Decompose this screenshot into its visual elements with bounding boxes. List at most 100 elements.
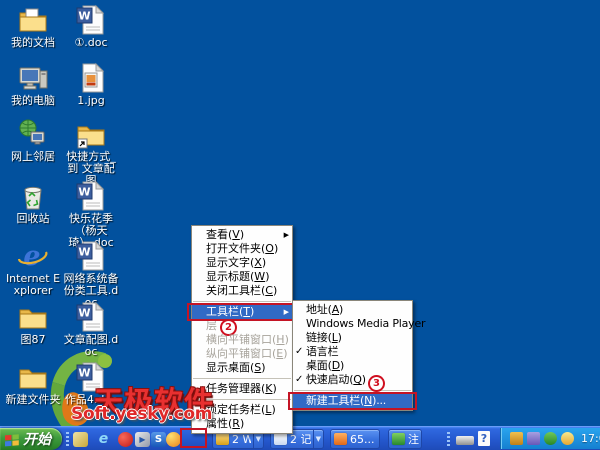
quick-launch-grip[interactable]	[66, 432, 69, 446]
access-key: (N)	[360, 394, 377, 407]
menu-item-12[interactable]: 任务管理器(K)	[192, 382, 292, 396]
menu-item-label: 纵向平铺窗口	[206, 347, 272, 360]
access-key: (S)	[250, 361, 266, 374]
network-icon	[17, 118, 49, 150]
desktop-icon-internet-explorer[interactable]: e Internet Explorer	[4, 240, 62, 297]
word-doc-icon: W	[75, 301, 107, 333]
checkmark-icon: ✓	[295, 346, 304, 357]
folder-icon	[216, 433, 229, 445]
folder-documents-icon	[17, 4, 49, 36]
messenger-icon[interactable]	[561, 432, 574, 445]
menu-separator	[193, 378, 291, 379]
help-icon[interactable]: ?	[478, 431, 490, 446]
desktop-icon-recycle-bin[interactable]: 回收站	[4, 180, 62, 225]
step-annotation-3: 3	[367, 375, 385, 392]
desktop-icon-work-4-doc[interactable]: W 作品4.doc	[62, 361, 120, 406]
menu-item-3[interactable]: ✓ 语言栏	[293, 345, 412, 359]
task-button-label: 2 记...	[290, 433, 311, 446]
svg-text:W: W	[78, 246, 90, 259]
task-button-2[interactable]: 65...	[330, 429, 380, 449]
start-button[interactable]: 开始	[0, 428, 62, 450]
menu-item-2[interactable]: 显示文字(X)	[192, 256, 292, 270]
show-desktop-icon[interactable]	[73, 432, 88, 447]
menu-item-4[interactable]: 桌面(D)	[293, 359, 412, 373]
menu-item-label: 显示标题	[206, 270, 250, 283]
desktop-icon-label: 文章配图.doc	[63, 333, 119, 358]
menu-item-label: 横向平铺窗口	[206, 333, 272, 346]
desktop-icon-new-folder[interactable]: 新建文件夹	[4, 361, 62, 406]
desktop-icon-doc-1[interactable]: W ①.doc	[62, 4, 120, 49]
browser-ball-icon[interactable]	[166, 432, 181, 447]
antivirus-umbrella-icon[interactable]	[544, 432, 557, 445]
desktop-icon-label: 我的电脑	[11, 94, 55, 107]
desktop-icon-my-documents[interactable]: 我的文档	[4, 4, 62, 49]
menu-item-label: 打开文件夹	[206, 242, 261, 255]
desktop-icon-label: 作品4.doc	[64, 393, 118, 406]
menu-item-14[interactable]: 锁定任务栏(L)	[192, 403, 292, 417]
menu-item-0[interactable]: 查看(V) ▶	[192, 228, 292, 242]
access-key: (D)	[327, 359, 345, 372]
desktop-icon-jpg-1[interactable]: 1.jpg	[62, 62, 120, 107]
toolbars-submenu: 地址(A) Windows Media Player 链接(L) ✓ 语言栏 桌面(D) ✓…	[288, 300, 426, 411]
access-key: (W)	[250, 270, 270, 283]
access-key: (L)	[327, 331, 342, 344]
menu-item-label: Windows Media Player	[306, 317, 426, 330]
svg-text:e: e	[23, 241, 40, 272]
media-player-icon[interactable]: ▶	[135, 432, 150, 447]
menu-item-3[interactable]: 显示标题(W)	[192, 270, 292, 284]
taskbar-click-annotation-box	[180, 428, 207, 448]
internet-explorer-icon[interactable]: e	[96, 432, 111, 447]
desktop-icon-folder-87[interactable]: 图87	[4, 301, 62, 346]
folder-icon	[17, 361, 49, 393]
menu-separator	[193, 399, 291, 400]
menu-item-7: 层叠窗口(D)2	[192, 319, 292, 336]
menu-item-6[interactable]: 工具栏(T) ▶	[187, 303, 297, 321]
task-button-3[interactable]: 注...	[388, 429, 422, 449]
menu-item-7[interactable]: 新建工具栏(N)...	[288, 392, 417, 410]
svg-text:W: W	[78, 367, 90, 380]
access-key: (C)	[261, 284, 278, 297]
desktop-icon-label: 回收站	[16, 212, 50, 225]
removable-drive-icon[interactable]	[456, 436, 474, 445]
menu-item-1[interactable]: 打开文件夹(O)	[192, 242, 292, 256]
group-dropdown-arrow-icon[interactable]: ▼	[312, 430, 321, 448]
desktop-icon-my-computer[interactable]: 我的电脑	[4, 62, 62, 107]
menu-item-label: 属性	[206, 417, 228, 430]
menu-item-label: 工具栏	[206, 305, 239, 318]
desktop-icon-label: Internet Explorer	[5, 272, 61, 297]
task-button-label: 65...	[350, 432, 375, 446]
menu-item-label: 语言栏	[306, 345, 339, 358]
word-doc-icon: W	[75, 180, 107, 212]
menu-item-10[interactable]: 显示桌面(S)	[192, 361, 292, 375]
clock[interactable]: 17:09	[581, 432, 600, 445]
desktop-icon-article-images-doc[interactable]: W 文章配图.doc	[62, 301, 120, 358]
menu-item-8: 横向平铺窗口(H)	[192, 333, 292, 347]
sogou-icon[interactable]: S	[151, 432, 166, 447]
menu-item-4[interactable]: 关闭工具栏(C)	[192, 284, 292, 298]
tray-icon-group	[510, 432, 574, 445]
desktop-icon-happy-season-doc[interactable]: W 快乐花季（杨天琦）.doc	[62, 180, 120, 249]
checkmark-icon: ✓	[295, 374, 304, 385]
desktop-icon-network-backup-tools-doc[interactable]: W网络系统备份类工具.doc	[62, 240, 120, 309]
menu-item-label: 快速启动	[306, 373, 350, 386]
menu-item-label: 任务管理器	[206, 382, 261, 395]
display-icon[interactable]	[527, 432, 540, 445]
access-key: (K)	[261, 382, 277, 395]
menu-item-1[interactable]: Windows Media Player	[293, 317, 426, 331]
desktop: 我的文档 W ①.doc 我的电脑 1.jpg 网上邻居 快捷方式_到 文章配图 回收站 W 快乐…	[0, 0, 600, 450]
image-file-icon	[75, 62, 107, 94]
menu-item-15[interactable]: 属性(R)	[192, 417, 292, 431]
desktop-icon-label: ①.doc	[74, 36, 108, 49]
toolbar-grip[interactable]	[447, 432, 450, 446]
menu-item-5[interactable]: ✓ 快速启动(Q) 3	[293, 373, 412, 392]
lock-icon[interactable]	[510, 432, 523, 445]
menu-item-0[interactable]: 地址(A)	[293, 303, 412, 317]
desktop-icon-network-places[interactable]: 网上邻居	[4, 118, 62, 163]
desktop-icon-shortcut-to-article-images[interactable]: 快捷方式_到 文章配图	[62, 118, 120, 187]
access-key: (R)	[228, 417, 245, 430]
menu-item-9: 纵向平铺窗口(E)	[192, 347, 292, 361]
menu-item-2[interactable]: 链接(L)	[293, 331, 412, 345]
qq-icon[interactable]	[118, 432, 133, 447]
svg-text:W: W	[78, 186, 90, 199]
access-key: (L)	[261, 403, 276, 416]
